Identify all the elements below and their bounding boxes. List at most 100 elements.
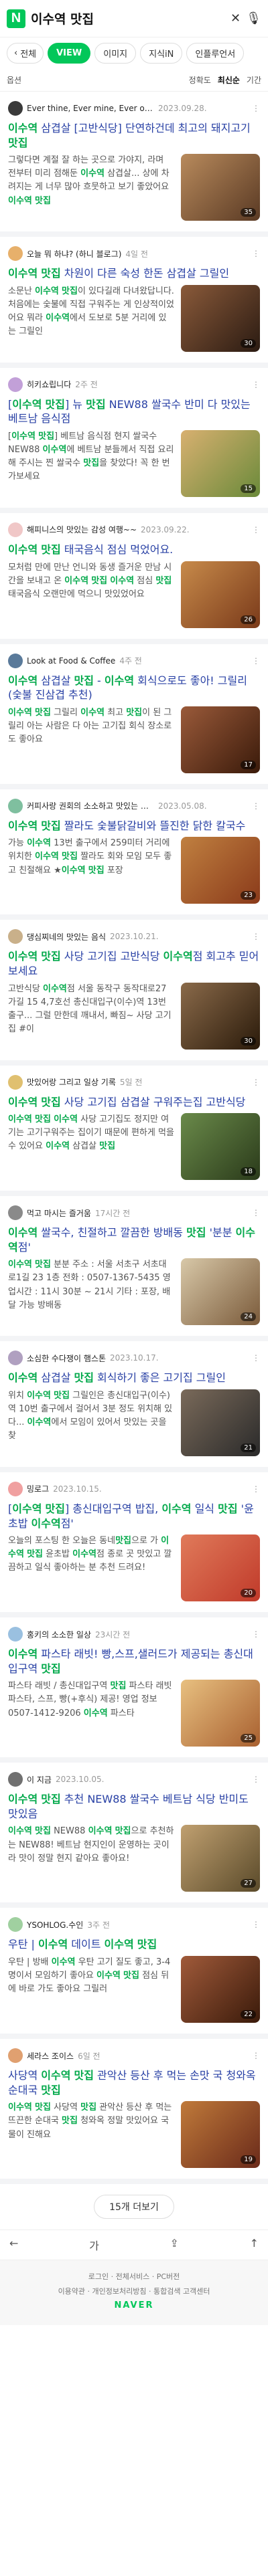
post-thumbnail[interactable]: 35 (181, 154, 260, 221)
post-thumbnail[interactable]: 30 (181, 284, 260, 352)
post-thumbnail[interactable]: 25 (181, 1680, 260, 1747)
post-item[interactable]: 홍키의 소소한 일상 23시간 전 ⋮ 이수역 파스타 래빗! 빵,스프,샐러드가 제… (0, 1617, 268, 1763)
post-title[interactable]: 이수역 삼겹살 [고반식당] 단연하건데 최고의 돼지고기 맛집 (8, 121, 260, 150)
font-size-icon[interactable]: 가 (89, 2237, 99, 2253)
search-query[interactable]: 이수역 맛집 (31, 9, 225, 27)
avatar[interactable] (8, 1917, 23, 1933)
options-button[interactable]: 옵션 (7, 74, 21, 86)
post-author[interactable]: YSOHLOG.수인 (27, 1919, 83, 1930)
post-author[interactable]: 밍로그 (27, 1483, 49, 1494)
avatar[interactable] (8, 1627, 23, 1642)
post-title[interactable]: 이수역 맛집 사당 고기집 고반식당 이수역점 회고추 믿어보세요 (8, 949, 260, 978)
post-item[interactable]: 오늘 뭐 하냐? (하니 블로그) 4일 전 ⋮ 이수역 맛집 차원이 다른 숙성 한… (0, 237, 268, 368)
avatar[interactable] (8, 1481, 23, 1496)
avatar[interactable] (8, 1772, 23, 1787)
sort-accuracy[interactable]: 정확도 (189, 74, 211, 86)
post-thumbnail[interactable]: 17 (181, 706, 260, 773)
avatar[interactable] (8, 929, 23, 945)
post-title[interactable]: 이수역 맛집 차원이 다른 숙성 한돈 삼겹살 그릴인 (8, 266, 260, 281)
post-thumbnail[interactable]: 22 (181, 1956, 260, 2023)
more-icon[interactable]: ⋮ (252, 932, 260, 941)
post-thumbnail[interactable]: 21 (181, 1389, 260, 1456)
share-icon[interactable]: ⇪ (170, 2237, 178, 2253)
post-title[interactable]: 이수역 맛집 짤라도 숯불닭갈비와 뜰진한 닭한 칼국수 (8, 819, 260, 833)
tab-view[interactable]: VIEW (48, 43, 91, 64)
avatar[interactable] (8, 2048, 23, 2064)
post-author[interactable]: Look at Food & Coffee (27, 656, 115, 666)
avatar[interactable] (8, 653, 23, 668)
post-title[interactable]: [이수역 맛집] 총신대입구역 밥집, 이수역 일식 맛집 '윤초밥 이수역점' (8, 1502, 260, 1530)
close-icon[interactable]: ✕ (230, 11, 241, 25)
avatar[interactable] (8, 798, 23, 813)
sort-latest[interactable]: 최신순 (218, 74, 240, 86)
post-author[interactable]: 세라스 조이스 (27, 2050, 74, 2062)
post-thumbnail[interactable]: 15 (181, 429, 260, 497)
post-title[interactable]: [이수역 맛집] 뉴 맛집 NEW88 쌀국수 반미 다 맛있는 베트남 음식점 (8, 397, 260, 426)
post-author[interactable]: 먹고 마시는 즐거움 (27, 1207, 91, 1219)
post-thumbnail[interactable]: 20 (181, 1534, 260, 1602)
post-item[interactable]: 댕심찌네의 맛있는 음식 2023.10.21. ⋮ 이수역 맛집 사당 고기집 고반… (0, 920, 268, 1066)
post-title[interactable]: 이수역 맛집 추천 NEW88 쌀국수 베트남 식당 반미도 맛있음 (8, 1792, 260, 1821)
post-author[interactable]: Ever thine, Ever mine, Ever ours. (27, 104, 154, 113)
post-thumbnail[interactable]: 30 (181, 982, 260, 1050)
more-icon[interactable]: ⋮ (252, 2051, 260, 2060)
more-icon[interactable]: ⋮ (252, 1208, 260, 1217)
post-author[interactable]: 소심한 수다쟁이 햄스톤 (27, 1353, 106, 1364)
back-arrow-icon[interactable]: ← (9, 2237, 18, 2253)
post-thumbnail[interactable]: 24 (181, 1258, 260, 1326)
post-item[interactable]: YSOHLOG.수인 3주 전 ⋮ 우탄 | 이수역 데이트 이수역 맛집 우탄 | 방… (0, 1908, 268, 2040)
more-icon[interactable]: ⋮ (252, 1629, 260, 1639)
post-item[interactable]: Look at Food & Coffee 4주 전 ⋮ 이수역 삼겹살 맛집 - 이… (0, 644, 268, 789)
more-icon[interactable]: ⋮ (252, 801, 260, 811)
post-author[interactable]: 댕심찌네의 맛있는 음식 (27, 931, 106, 943)
more-icon[interactable]: ⋮ (252, 380, 260, 389)
footer-links[interactable]: 로그인 · 전체서비스 · PC버전 (7, 2271, 261, 2282)
footer-policy[interactable]: 이용약관 · 개인정보처리방침 · 통합검색 고객센터 (7, 2286, 261, 2296)
tab-all[interactable]: ‹ 전체 (7, 43, 44, 64)
post-title[interactable]: 이수역 삼겹살 맛집 - 이수역 회식으로도 좋아! 그릴리(숯불 진삼겹 추천… (8, 674, 260, 702)
post-author[interactable]: 히키쇼립니다 (27, 379, 71, 390)
naver-logo-icon[interactable]: N (7, 9, 25, 28)
post-title[interactable]: 사당역 이수역 맛집 관악산 등산 후 먹는 손맛 국 청와옥 순대국 맛집 (8, 2068, 260, 2097)
avatar[interactable] (8, 1205, 23, 1221)
post-item[interactable]: 이 지금 2023.10.05. ⋮ 이수역 맛집 추천 NEW88 쌀국수 베트남 … (0, 1763, 268, 1908)
tab-image[interactable]: 이미지 (94, 43, 137, 64)
more-icon[interactable]: ⋮ (252, 1353, 260, 1363)
post-author[interactable]: 해피니스의 맛있는 감성 여행~~ (27, 524, 137, 535)
post-item[interactable]: 맛있어랑 그리고 일상 기록 5일 전 ⋮ 이수역 맛집 사당 고기집 삼겹살 구워주… (0, 1066, 268, 1197)
more-icon[interactable]: ⋮ (252, 104, 260, 113)
post-title[interactable]: 이수역 삼겹살 맛집 회식하기 좋은 고기집 그릴인 (8, 1371, 260, 1385)
mic-icon[interactable]: 🎙 (246, 11, 261, 25)
post-item[interactable]: 커피사랑 권회의 소소하고 맛있는 블로그 2023.05.08. ⋮ 이수역 맛집 … (0, 789, 268, 920)
post-item[interactable]: 먹고 마시는 즐거움 17시간 전 ⋮ 이수역 쌀국수, 친절하고 깔끔한 방배동 맛… (0, 1196, 268, 1342)
post-item[interactable]: 히키쇼립니다 2주 전 ⋮ [이수역 맛집] 뉴 맛집 NEW88 쌀국수 반미 다 … (0, 368, 268, 513)
post-item[interactable]: 세라스 조이스 6일 전 ⋮ 사당역 이수역 맛집 관악산 등산 후 먹는 손맛 국 … (0, 2039, 268, 2185)
more-icon[interactable]: ⋮ (252, 1920, 260, 1929)
avatar[interactable] (8, 101, 23, 116)
avatar[interactable] (8, 377, 23, 392)
more-icon[interactable]: ⋮ (252, 525, 260, 534)
more-button[interactable]: 15개 더보기 (94, 2195, 174, 2219)
post-thumbnail[interactable]: 18 (181, 1113, 260, 1181)
post-title[interactable]: 이수역 쌀국수, 친절하고 깔끔한 방배동 맛집 '분분 이수역점' (8, 1225, 260, 1254)
post-author[interactable]: 커피사랑 권회의 소소하고 맛있는 블로그 (27, 800, 154, 811)
post-title[interactable]: 이수역 파스타 래빗! 빵,스프,샐러드가 제공되는 총신대입구역 맛집 (8, 1647, 260, 1676)
more-icon[interactable]: ⋮ (252, 249, 260, 258)
tab-influencer[interactable]: 인플루언서 (186, 43, 245, 64)
post-thumbnail[interactable]: 26 (181, 561, 260, 628)
post-author[interactable]: 이 지금 (27, 1774, 52, 1785)
post-item[interactable]: 해피니스의 맛있는 감성 여행~~ 2023.09.22. ⋮ 이수역 맛집 태국음식… (0, 513, 268, 644)
post-author[interactable]: 홍키의 소소한 일상 (27, 1629, 91, 1640)
top-icon[interactable]: ↑ (250, 2237, 259, 2253)
post-thumbnail[interactable]: 23 (181, 837, 260, 904)
post-item[interactable]: 소심한 수다쟁이 햄스톤 2023.10.17. ⋮ 이수역 삼겹살 맛집 회식하기 … (0, 1341, 268, 1472)
post-item[interactable]: Ever thine, Ever mine, Ever ours. 2023.09… (0, 92, 268, 237)
post-author[interactable]: 오늘 뭐 하냐? (하니 블로그) (27, 248, 121, 260)
more-icon[interactable]: ⋮ (252, 1078, 260, 1087)
more-icon[interactable]: ⋮ (252, 1775, 260, 1784)
post-item[interactable]: 밍로그 2023.10.15. ⋮ [이수역 맛집] 총신대입구역 밥집, 이수역 일… (0, 1472, 268, 1618)
avatar[interactable] (8, 1351, 23, 1366)
post-title[interactable]: 우탄 | 이수역 데이트 이수역 맛집 (8, 1937, 260, 1952)
tab-kin[interactable]: 지식iN (140, 43, 183, 64)
avatar[interactable] (8, 522, 23, 537)
